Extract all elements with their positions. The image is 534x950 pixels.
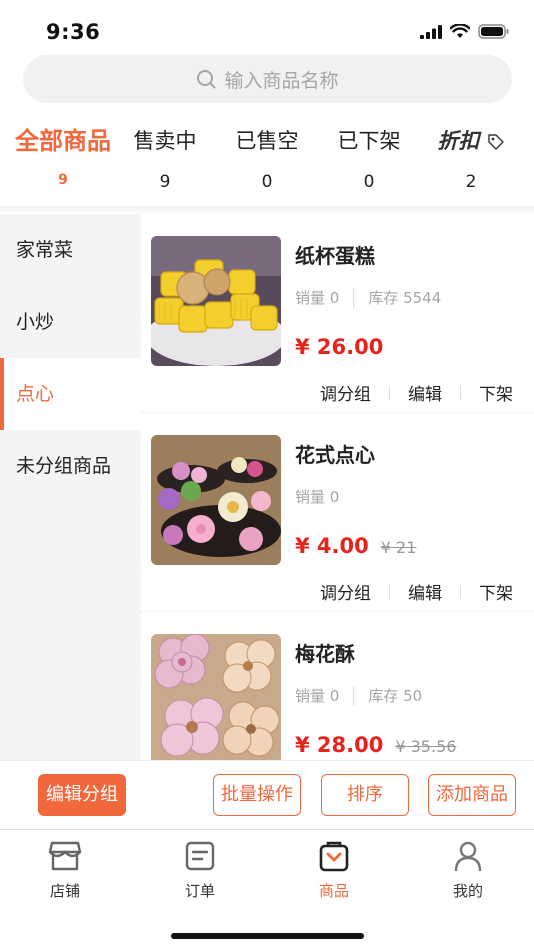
home-indicator [171,933,364,939]
divider [389,584,390,599]
tab-all-goods[interactable]: 全部商品 9 [8,118,118,188]
product-name: 花式点心 [295,443,375,467]
tabbar-label: 订单 [184,882,215,900]
store-icon [48,841,82,871]
batch-operation-button[interactable]: 批量操作 [213,774,301,816]
status-tabs: 全部商品 9 售卖中 9 已售空 0 已下架 0 折扣 2 [0,118,534,210]
category-sidebar: 家常菜 小炒 点心 未分组商品 [0,214,141,760]
add-product-button[interactable]: 添加商品 [428,774,516,816]
current-price: ¥ 26.00 [295,335,384,359]
tab-count: 9 [159,172,171,192]
tab-discount[interactable]: 折扣 2 [416,118,526,192]
wifi-icon [450,24,470,38]
current-price: ¥ 4.00 [295,534,369,558]
product-list[interactable]: 纸杯蛋糕 销量 0 库存 5544 ¥ 26.00 调分组 编辑 下架 花式点心… [141,214,534,760]
product-card[interactable]: 梅花酥 销量 0 库存 50 ¥ 28.00 ¥ 35.56 [141,612,534,760]
product-stats: 销量 0 库存 5544 [295,287,441,308]
sort-button[interactable]: 排序 [321,774,409,816]
regroup-button[interactable]: 调分组 [320,579,371,604]
tab-count: 0 [363,172,375,192]
product-price: ¥ 26.00 [295,335,383,359]
divider [460,584,461,599]
tab-count: 2 [465,172,477,192]
tabbar-item-orders[interactable]: 订单 [160,840,240,901]
tab-label: 已下架 [337,129,401,153]
battery-icon [478,24,509,39]
tabbar-item-store[interactable]: 店铺 [25,840,105,901]
search-bar[interactable]: 输入商品名称 [23,55,512,103]
search-placeholder: 输入商品名称 [224,69,339,92]
tab-label: 折扣 [416,118,526,164]
sidebar-item-home-cooking[interactable]: 家常菜 [0,214,141,286]
product-image[interactable] [151,236,281,366]
original-price: ¥ 21 [380,538,417,557]
bottom-action-bar: 编辑分组 批量操作 排序 添加商品 [0,760,534,830]
tabbar-label: 商品 [318,882,349,900]
product-sales: 销量 0 [295,488,340,506]
regroup-button[interactable]: 调分组 [320,380,371,405]
product-name: 梅花酥 [295,642,355,666]
sidebar-item-ungrouped[interactable]: 未分组商品 [0,430,141,502]
tab-off-shelf[interactable]: 已下架 0 [314,118,424,192]
divider [389,385,390,400]
product-price: ¥ 28.00 ¥ 35.56 [295,733,456,757]
tab-label: 售卖中 [133,129,197,153]
product-name: 纸杯蛋糕 [295,244,375,268]
product-stock: 库存 50 [368,687,423,705]
tabbar-item-mine[interactable]: 我的 [428,840,508,901]
edit-button[interactable]: 编辑 [408,380,442,405]
order-icon [185,841,215,871]
tab-label: 全部商品 [15,127,111,155]
product-card[interactable]: 纸杯蛋糕 销量 0 库存 5544 ¥ 26.00 调分组 编辑 下架 [141,214,534,413]
product-image[interactable] [151,634,281,760]
divider [353,287,355,308]
product-stock: 库存 5544 [368,289,442,307]
tab-discount-label: 折扣 [437,129,480,153]
signal-icon [420,24,442,39]
take-down-button[interactable]: 下架 [479,380,513,405]
divider [353,685,355,706]
product-ops: 调分组 编辑 下架 [320,380,513,405]
status-icons [420,24,510,39]
product-sales: 销量 0 [295,687,340,705]
product-ops: 调分组 编辑 下架 [320,579,513,604]
take-down-button[interactable]: 下架 [479,579,513,604]
tabbar-item-goods[interactable]: 商品 [294,840,374,901]
product-price: ¥ 4.00 ¥ 21 [295,534,416,558]
product-image[interactable] [151,435,281,565]
tab-label: 已售空 [235,129,299,153]
tab-count: 9 [58,172,68,188]
sidebar-item-stir-fry[interactable]: 小炒 [0,286,141,358]
tab-sold-out[interactable]: 已售空 0 [212,118,322,192]
profile-icon [454,841,482,872]
product-stats: 销量 0 库存 50 [295,685,422,706]
edit-group-button[interactable]: 编辑分组 [38,774,126,816]
search-icon [197,70,216,89]
bottom-tab-bar: 店铺 订单 商品 我的 [0,829,534,950]
status-time: 9:36 [46,20,101,44]
tabbar-label: 我的 [452,882,483,900]
sidebar-item-dim-sum[interactable]: 点心 [0,358,141,430]
divider [460,385,461,400]
original-price: ¥ 35.56 [395,737,457,756]
current-price: ¥ 28.00 [295,733,384,757]
product-sales: 销量 0 [295,289,340,307]
tab-on-sale[interactable]: 售卖中 9 [110,118,220,192]
goods-bag-icon [319,841,349,872]
status-bar: 9:36 [0,0,534,54]
product-card[interactable]: 花式点心 销量 0 ¥ 4.00 ¥ 21 调分组 编辑 下架 [141,413,534,612]
tabbar-label: 店铺 [49,882,80,900]
edit-button[interactable]: 编辑 [408,579,442,604]
tab-count: 0 [261,172,273,192]
product-stats: 销量 0 [295,486,339,507]
tag-icon [487,134,504,150]
tabs-divider [0,206,534,214]
